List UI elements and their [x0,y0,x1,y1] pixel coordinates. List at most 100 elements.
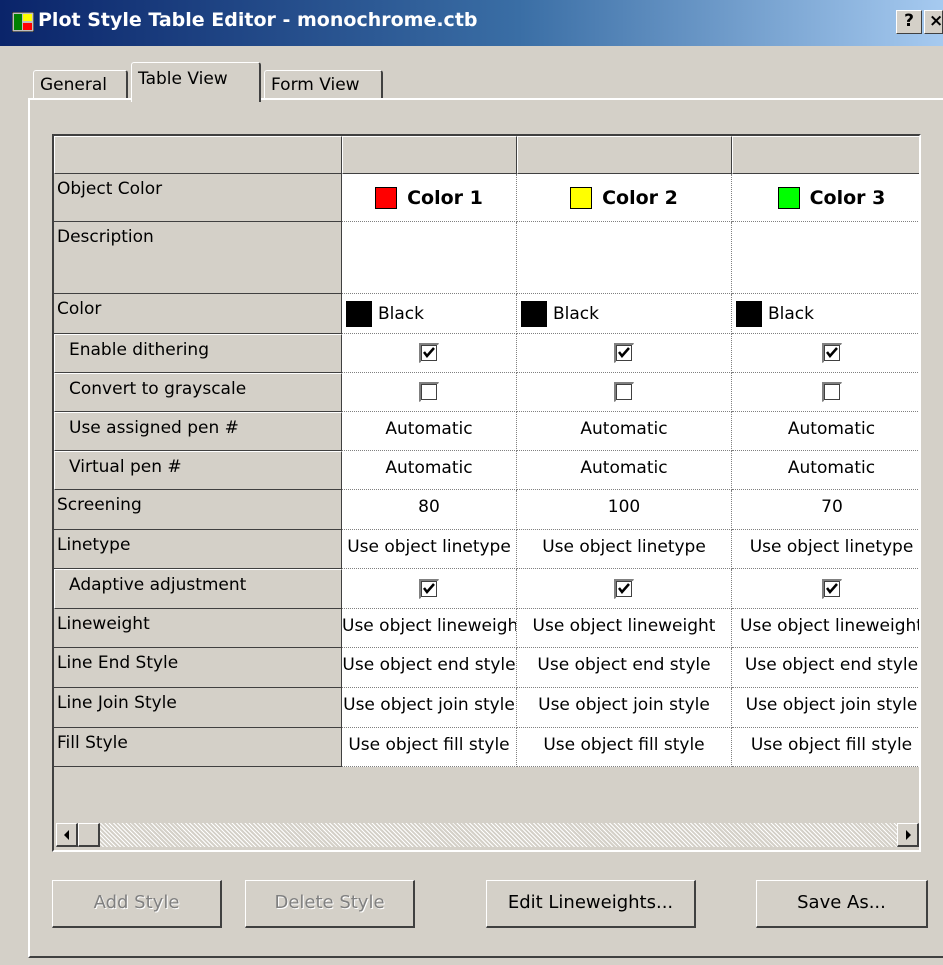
row-header-line-join-style: Line Join Style [54,688,342,728]
use-assigned-pen-cell[interactable]: Automatic [732,412,919,451]
horizontal-scrollbar[interactable] [56,823,919,847]
adaptive-adjustment-cell[interactable] [342,569,517,609]
checkmark-icon [825,347,838,358]
color-swatch [375,186,398,209]
column-header[interactable] [732,136,919,174]
screening-input[interactable]: 70 [732,490,919,530]
scroll-thumb[interactable] [78,823,100,847]
convert-grayscale-checkbox[interactable] [821,382,842,402]
object-color-cell[interactable]: Color 3 [732,174,919,222]
edit-lineweights-button[interactable]: Edit Lineweights... [486,880,696,928]
line-end-style-cell[interactable]: Use object end style [517,648,732,688]
line-join-style-cell[interactable]: Use object join style [732,688,919,728]
color-swatch [346,300,372,327]
enable-dithering-checkbox[interactable] [614,343,634,363]
scroll-left-button[interactable] [56,823,78,847]
save-as-button[interactable]: Save As... [756,880,928,928]
scroll-right-button[interactable] [897,823,919,847]
convert-grayscale-cell[interactable] [732,373,919,412]
row-header-screening: Screening [54,490,342,530]
corner-header [54,136,342,174]
row-header-fill-style: Fill Style [54,728,342,767]
linetype-cell[interactable]: Use object linetype [517,530,732,569]
color-cell[interactable]: Black [517,294,732,334]
row-header-color: Color [54,294,342,334]
row-header-virtual-pen: Virtual pen # [54,451,342,490]
tab-form-view[interactable]: Form View [264,70,383,100]
column-header[interactable] [517,136,732,174]
fill-style-cell[interactable]: Use object fill style [732,728,919,767]
color-swatch [777,186,800,209]
enable-dithering-checkbox[interactable] [419,343,439,363]
linetype-cell[interactable]: Use object linetype [342,530,517,569]
virtual-pen-cell[interactable]: Automatic [342,451,517,490]
adaptive-adjustment-checkbox[interactable] [614,579,634,599]
line-end-style-cell[interactable]: Use object end style [732,648,919,688]
description-cell[interactable] [517,222,732,294]
checkmark-icon [618,347,630,358]
object-color-label: Color 1 [407,186,483,209]
adaptive-adjustment-checkbox[interactable] [821,579,842,599]
color-swatch [570,186,593,209]
delete-style-button[interactable]: Delete Style [245,880,415,928]
line-join-style-cell[interactable]: Use object join style [517,688,732,728]
adaptive-adjustment-cell[interactable] [732,569,919,609]
arrow-right-icon [906,830,911,840]
column-header[interactable] [342,136,517,174]
tab-general[interactable]: General [33,70,128,100]
enable-dithering-cell[interactable] [732,334,919,373]
line-end-style-cell[interactable]: Use object end style [342,648,517,688]
row-header-object-color: Object Color [54,174,342,222]
color-value: Black [768,303,814,324]
style-table-grid: Object Color Color 1 Color 2 Color 3 Descrip… [52,134,921,852]
tab-table-view[interactable]: Table View [131,62,261,102]
help-button[interactable]: ? [896,10,922,34]
row-header-convert-grayscale: Convert to grayscale [54,373,342,412]
convert-grayscale-cell[interactable] [342,373,517,412]
screening-cell[interactable]: 100 [517,490,732,530]
lineweight-cell[interactable]: Use object lineweight [517,609,732,648]
enable-dithering-cell[interactable] [342,334,517,373]
row-header-adaptive-adjustment: Adaptive adjustment [54,569,342,609]
style-table: Object Color Color 1 Color 2 Color 3 Descrip… [54,136,919,776]
window-title: Plot Style Table Editor - monochrome.ctb [38,9,478,31]
use-assigned-pen-cell[interactable]: Automatic [517,412,732,451]
lineweight-cell[interactable]: Use object lineweight [732,609,919,648]
object-color-cell[interactable]: Color 1 [342,174,517,222]
convert-grayscale-checkbox[interactable] [419,382,439,402]
plot-style-app-icon [12,12,34,32]
row-header-enable-dithering: Enable dithering [54,334,342,373]
convert-grayscale-checkbox[interactable] [614,382,634,402]
description-cell[interactable] [732,222,919,294]
fill-style-cell[interactable]: Use object fill style [517,728,732,767]
screening-cell[interactable]: 80 [342,490,517,530]
lineweight-cell[interactable]: Use object lineweight [342,609,517,648]
object-color-label: Color 2 [602,186,678,209]
linetype-cell[interactable]: Use object linetype [732,530,919,569]
row-header-line-end-style: Line End Style [54,648,342,688]
close-button[interactable]: × [924,10,943,34]
row-header-use-assigned-pen: Use assigned pen # [54,412,342,451]
object-color-cell[interactable]: Color 2 [517,174,732,222]
enable-dithering-cell[interactable] [517,334,732,373]
adaptive-adjustment-cell[interactable] [517,569,732,609]
color-cell[interactable]: Black [732,294,919,334]
color-value: Black [553,303,599,324]
checkmark-icon [825,583,838,594]
add-style-button[interactable]: Add Style [52,880,222,928]
adaptive-adjustment-checkbox[interactable] [419,579,439,599]
convert-grayscale-cell[interactable] [517,373,732,412]
use-assigned-pen-cell[interactable]: Automatic [342,412,517,451]
object-color-label: Color 3 [809,186,886,209]
fill-style-cell[interactable]: Use object fill style [342,728,517,767]
row-header-linetype: Linetype [54,530,342,569]
enable-dithering-checkbox[interactable] [821,343,842,363]
color-cell[interactable]: Black [342,294,517,334]
virtual-pen-cell[interactable]: Automatic [732,451,919,490]
description-cell[interactable] [342,222,517,294]
title-bar: Plot Style Table Editor - monochrome.ctb… [0,0,943,46]
checkmark-icon [423,347,435,358]
line-join-style-cell[interactable]: Use object join style [342,688,517,728]
color-value: Black [378,303,424,324]
virtual-pen-cell[interactable]: Automatic [517,451,732,490]
